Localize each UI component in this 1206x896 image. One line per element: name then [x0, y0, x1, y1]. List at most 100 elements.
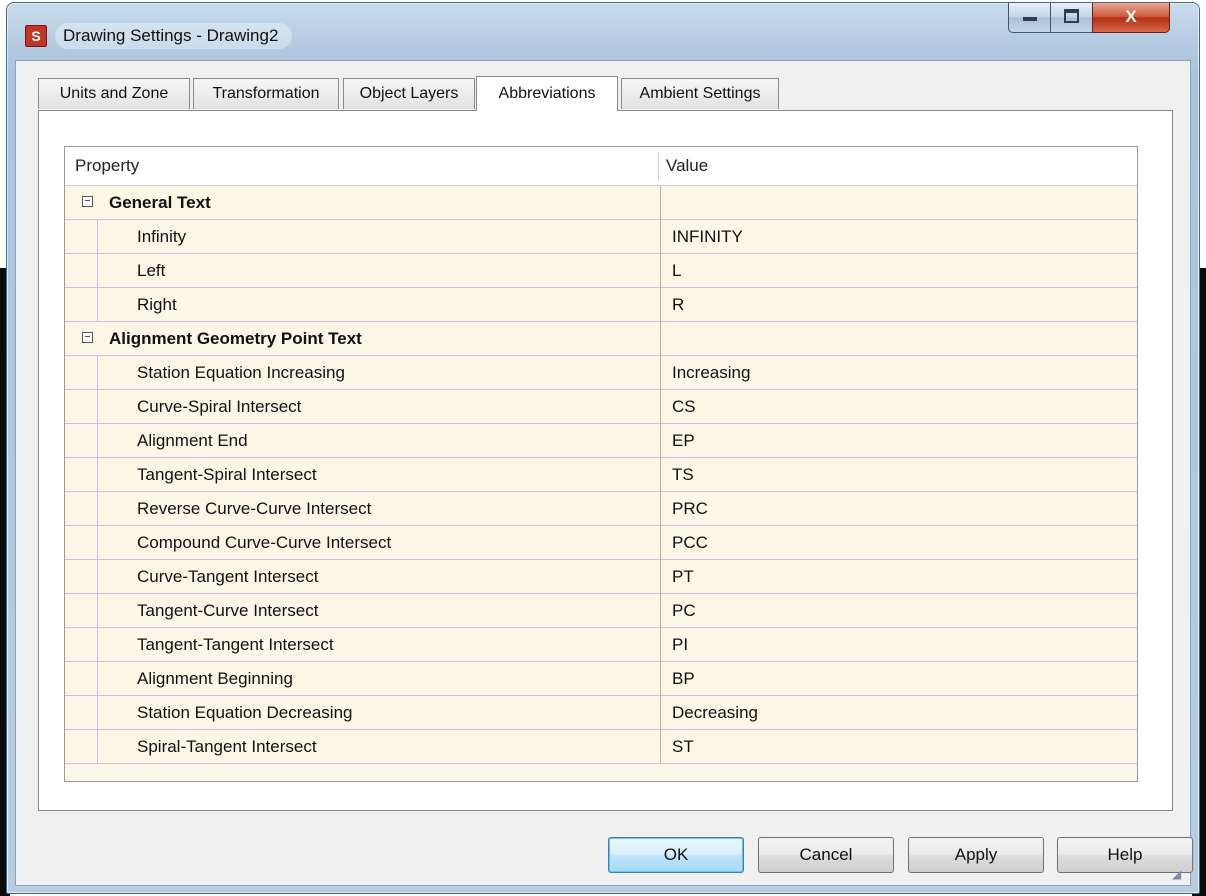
resize-grip-icon[interactable]: ◢	[1172, 867, 1186, 881]
value-separator	[660, 424, 661, 458]
property-name: Tangent-Curve Intersect	[137, 601, 319, 620]
close-button[interactable]: X	[1092, 3, 1170, 33]
value-separator	[660, 560, 661, 594]
property-row[interactable]: Spiral-Tangent Intersect ST	[65, 730, 1137, 764]
row-indent-line	[97, 254, 98, 288]
property-value[interactable]: R	[672, 288, 684, 321]
property-row[interactable]: Right R	[65, 288, 1137, 322]
collapse-icon[interactable]: −	[82, 196, 93, 207]
property-row[interactable]: Infinity INFINITY	[65, 220, 1137, 254]
property-name: Station Equation Decreasing	[137, 703, 353, 722]
dialog-client-area: Units and Zone Transformation Object Lay…	[15, 60, 1193, 886]
property-name: Left	[137, 261, 166, 280]
column-divider[interactable]	[658, 152, 659, 180]
tab-abbreviations[interactable]: Abbreviations	[476, 76, 618, 111]
row-indent-line	[97, 560, 98, 594]
property-row[interactable]: Left L	[65, 254, 1137, 288]
title-bar[interactable]: S Drawing Settings - Drawing2 X	[7, 3, 1199, 59]
property-name: Tangent-Spiral Intersect	[137, 465, 317, 484]
value-separator	[660, 254, 661, 288]
property-name: Compound Curve-Curve Intersect	[137, 533, 392, 552]
property-value[interactable]: L	[672, 254, 681, 287]
property-name: Right	[137, 295, 177, 314]
category-row-alignment-geometry-point-text[interactable]: − Alignment Geometry Point Text	[65, 322, 1137, 356]
property-value[interactable]: INFINITY	[672, 220, 743, 253]
close-icon: X	[1125, 7, 1137, 26]
property-row[interactable]: Curve-Spiral Intersect CS	[65, 390, 1137, 424]
minimize-button[interactable]	[1008, 3, 1051, 33]
property-grid[interactable]: Property Value − General Text Infinity I…	[64, 146, 1138, 782]
value-separator	[660, 458, 661, 492]
row-indent-line	[97, 628, 98, 662]
value-separator	[660, 322, 661, 356]
row-indent-line	[97, 288, 98, 322]
row-indent-line	[97, 390, 98, 424]
value-separator	[660, 220, 661, 254]
tab-transformation[interactable]: Transformation	[193, 78, 339, 109]
value-separator	[660, 390, 661, 424]
property-value[interactable]: CS	[672, 390, 696, 423]
property-name: Reverse Curve-Curve Intersect	[137, 499, 372, 518]
value-separator	[660, 288, 661, 322]
property-value[interactable]: TS	[672, 458, 694, 491]
property-name: Alignment End	[137, 431, 248, 450]
property-name: Spiral-Tangent Intersect	[137, 737, 317, 756]
value-separator	[660, 730, 661, 764]
row-indent-line	[97, 424, 98, 458]
row-indent-line	[97, 730, 98, 764]
property-row[interactable]: Station Equation Increasing Increasing	[65, 356, 1137, 390]
tab-object-layers[interactable]: Object Layers	[343, 78, 475, 109]
minimize-icon	[1022, 17, 1037, 21]
value-separator	[660, 628, 661, 662]
property-row[interactable]: Compound Curve-Curve Intersect PCC	[65, 526, 1137, 560]
row-indent-line	[97, 458, 98, 492]
value-separator	[660, 662, 661, 696]
property-name: Infinity	[137, 227, 187, 246]
grid-rows: − General Text Infinity INFINITY Left L …	[65, 186, 1137, 764]
maximize-button[interactable]	[1050, 3, 1093, 33]
property-row[interactable]: Tangent-Tangent Intersect PI	[65, 628, 1137, 662]
property-row[interactable]: Tangent-Curve Intersect PC	[65, 594, 1137, 628]
value-separator	[660, 186, 661, 220]
property-value[interactable]: PT	[672, 560, 694, 593]
drawing-settings-dialog: S Drawing Settings - Drawing2 X Units an…	[6, 2, 1200, 894]
collapse-icon[interactable]: −	[82, 332, 93, 343]
property-name: Alignment Beginning	[137, 669, 293, 688]
app-icon[interactable]: S	[25, 25, 47, 47]
tab-ambient-settings[interactable]: Ambient Settings	[621, 78, 779, 109]
category-label: General Text	[109, 193, 211, 212]
property-row[interactable]: Alignment Beginning BP	[65, 662, 1137, 696]
property-value[interactable]: PI	[672, 628, 688, 661]
row-indent-line	[97, 662, 98, 696]
property-row[interactable]: Station Equation Decreasing Decreasing	[65, 696, 1137, 730]
property-value[interactable]: Increasing	[672, 356, 750, 389]
category-row-general-text[interactable]: − General Text	[65, 186, 1137, 220]
column-header-value[interactable]: Value	[666, 147, 708, 185]
property-value[interactable]: Decreasing	[672, 696, 758, 729]
property-value[interactable]: EP	[672, 424, 695, 457]
cancel-button[interactable]: Cancel	[758, 837, 894, 873]
property-value[interactable]: PRC	[672, 492, 708, 525]
row-indent-line	[97, 492, 98, 526]
apply-button[interactable]: Apply	[908, 837, 1044, 873]
ok-button[interactable]: OK	[608, 837, 744, 873]
value-separator	[660, 492, 661, 526]
abbreviations-panel: Property Value − General Text Infinity I…	[38, 110, 1173, 811]
value-separator	[660, 356, 661, 390]
maximize-icon	[1064, 9, 1079, 23]
property-name: Tangent-Tangent Intersect	[137, 635, 334, 654]
property-row[interactable]: Reverse Curve-Curve Intersect PRC	[65, 492, 1137, 526]
property-value[interactable]: BP	[672, 662, 695, 695]
property-value[interactable]: PC	[672, 594, 696, 627]
column-header-property[interactable]: Property	[75, 147, 139, 185]
property-name: Curve-Tangent Intersect	[137, 567, 319, 586]
property-value[interactable]: ST	[672, 730, 694, 763]
value-separator	[660, 526, 661, 560]
property-row[interactable]: Curve-Tangent Intersect PT	[65, 560, 1137, 594]
property-value[interactable]: PCC	[672, 526, 708, 559]
property-row[interactable]: Tangent-Spiral Intersect TS	[65, 458, 1137, 492]
window-title: Drawing Settings - Drawing2	[55, 23, 293, 49]
property-row[interactable]: Alignment End EP	[65, 424, 1137, 458]
value-separator	[660, 594, 661, 628]
tab-units-and-zone[interactable]: Units and Zone	[38, 78, 190, 109]
